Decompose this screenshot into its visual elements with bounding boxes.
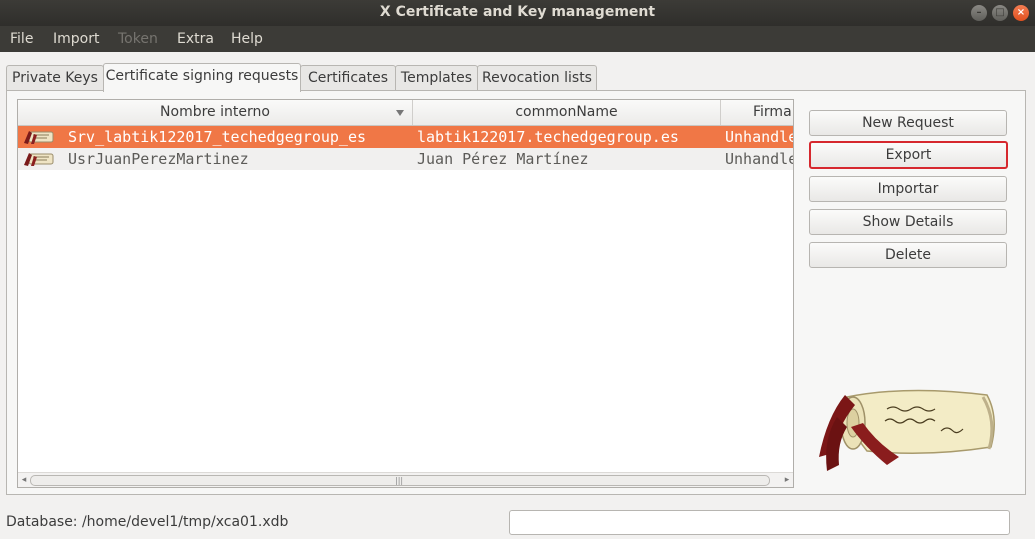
delete-button[interactable]: Delete <box>809 242 1007 268</box>
minimize-button[interactable]: – <box>971 5 987 21</box>
new-request-button[interactable]: New Request <box>809 110 1007 136</box>
scroll-left-icon[interactable]: ◂ <box>18 474 30 486</box>
certificate-request-icon <box>24 153 54 166</box>
tab-revocation-lists[interactable]: Revocation lists <box>477 65 597 91</box>
scroll-right-icon[interactable]: ▸ <box>781 474 793 486</box>
window-titlebar: X Certificate and Key management – □ × <box>0 0 1035 26</box>
scrollbar-thumb[interactable]: ||| <box>30 475 770 486</box>
cell-nombre-interno: UsrJuanPerezMartinez <box>68 150 249 168</box>
tab-private-keys[interactable]: Private Keys <box>6 65 104 91</box>
status-field <box>509 510 1010 535</box>
tab-certificate-signing-requests[interactable]: Certificate signing requests <box>103 63 301 92</box>
export-button[interactable]: Export <box>809 141 1008 169</box>
csr-panel: Nombre interno commonName Firma Srv_labt… <box>6 90 1026 495</box>
menu-extra[interactable]: Extra <box>177 31 214 47</box>
cell-firma: Unhandled <box>725 128 793 146</box>
table-row[interactable]: UsrJuanPerezMartinez Juan Pérez Martínez… <box>18 148 793 170</box>
cell-firma: Unhandled <box>725 150 793 168</box>
column-header-commonname[interactable]: commonName <box>413 100 721 125</box>
maximize-button[interactable]: □ <box>992 5 1008 21</box>
menu-help[interactable]: Help <box>231 31 263 47</box>
menu-file[interactable]: File <box>10 31 33 47</box>
column-header-nombre-interno[interactable]: Nombre interno <box>18 100 413 125</box>
close-button[interactable]: × <box>1013 5 1029 21</box>
horizontal-scrollbar[interactable]: ◂ ||| ▸ <box>18 472 793 487</box>
table-row[interactable]: Srv_labtik122017_techedgegroup_es labtik… <box>18 126 793 148</box>
menubar: File Import Token Extra Help <box>0 26 1035 52</box>
scrollbar-grip: ||| <box>395 476 404 485</box>
cell-commonname: Juan Pérez Martínez <box>417 150 589 168</box>
column-header-firma[interactable]: Firma <box>721 100 793 125</box>
cell-commonname: labtik122017.techedgegroup.es <box>417 128 679 146</box>
status-bar: Database: /home/devel1/tmp/xca01.xdb <box>0 505 1035 539</box>
sort-descending-icon <box>396 110 404 116</box>
csr-table[interactable]: Nombre interno commonName Firma Srv_labt… <box>17 99 794 488</box>
cell-nombre-interno: Srv_labtik122017_techedgegroup_es <box>68 128 367 146</box>
database-path: Database: /home/devel1/tmp/xca01.xdb <box>6 514 289 530</box>
show-details-button[interactable]: Show Details <box>809 209 1007 235</box>
tab-templates[interactable]: Templates <box>395 65 478 91</box>
scroll-logo-icon <box>819 389 995 471</box>
certificate-request-icon <box>24 131 54 144</box>
tab-certificates[interactable]: Certificates <box>300 65 396 91</box>
table-header: Nombre interno commonName Firma <box>18 100 793 126</box>
menu-token[interactable]: Token <box>118 31 158 47</box>
menu-import[interactable]: Import <box>53 31 99 47</box>
import-button[interactable]: Importar <box>809 176 1007 202</box>
window-title: X Certificate and Key management <box>379 4 656 20</box>
